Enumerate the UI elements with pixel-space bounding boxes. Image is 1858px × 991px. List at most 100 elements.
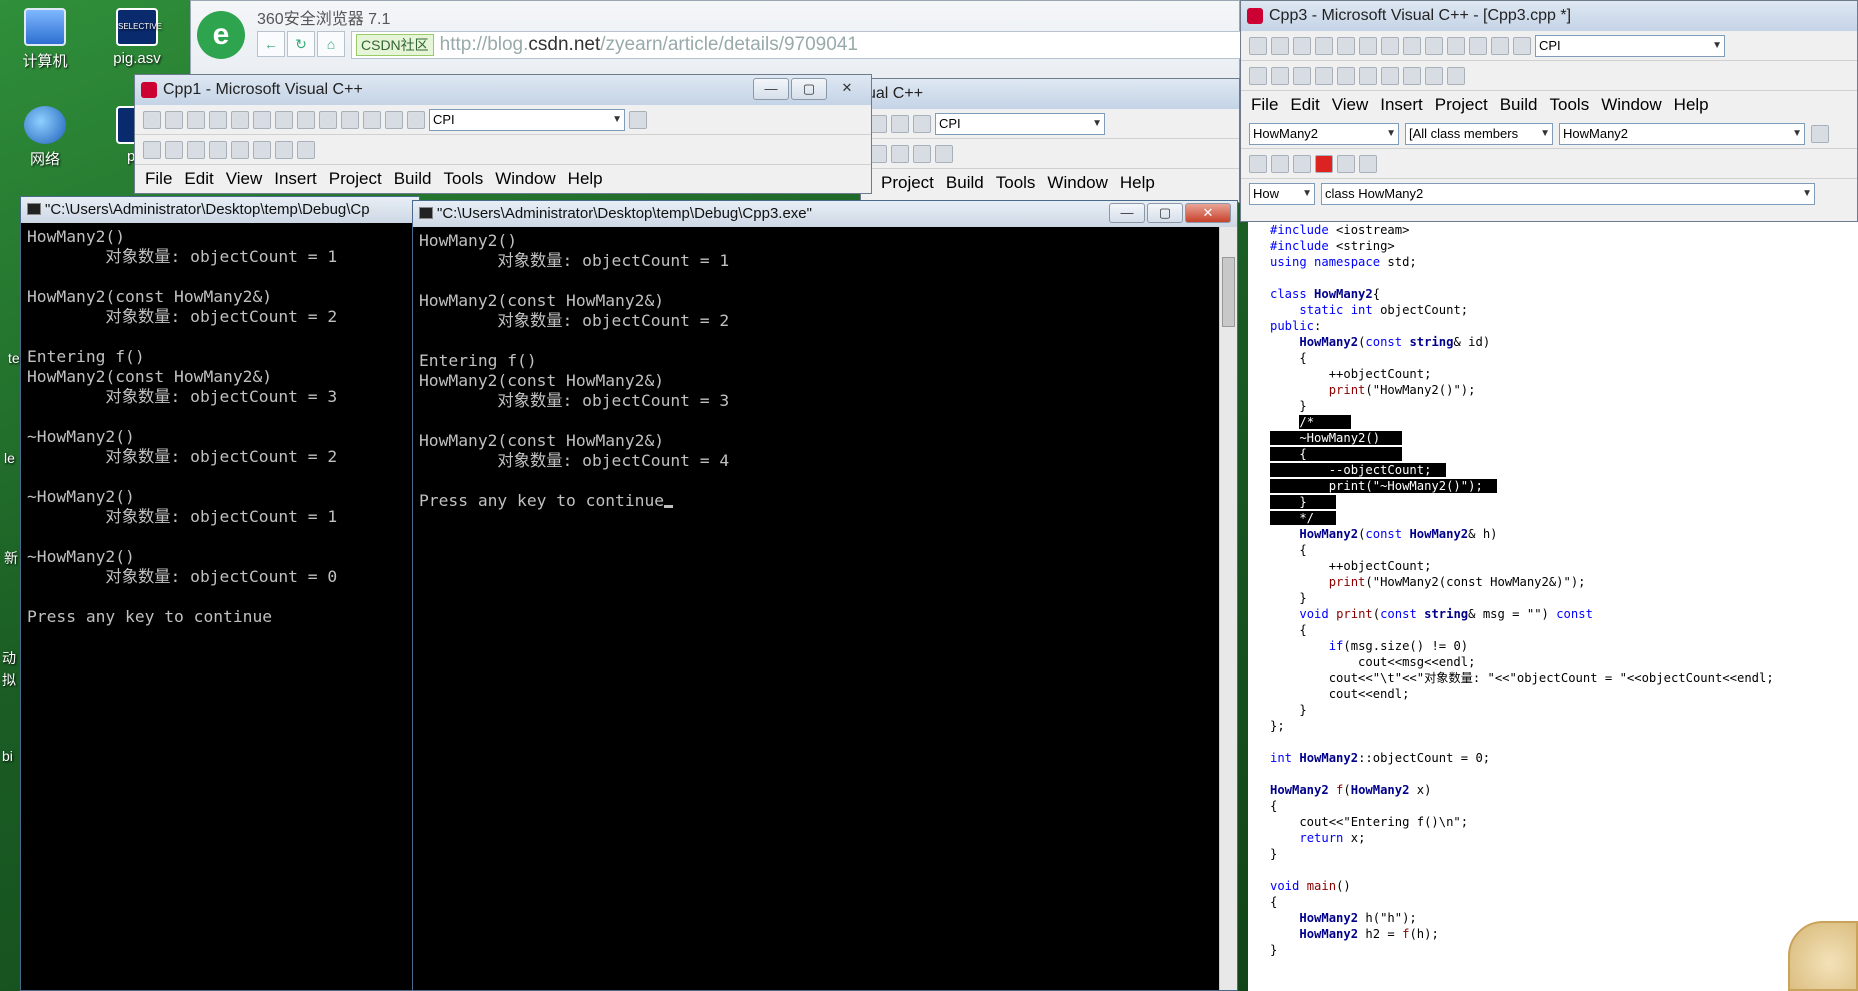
config-combo[interactable]: CPI [935,112,1105,135]
menu-project[interactable]: Project [881,169,934,197]
home-icon[interactable]: ⌂ [317,31,345,57]
minimize-button[interactable]: — [753,78,789,100]
copy-icon[interactable] [1359,36,1377,55]
undo-icon[interactable] [1403,36,1421,55]
menu-file[interactable]: File [145,165,172,193]
execute-icon[interactable] [1315,66,1333,85]
save-icon[interactable] [1293,36,1311,55]
redo-icon[interactable] [319,110,337,129]
workspace-icon[interactable] [1447,36,1465,55]
copy-icon[interactable] [253,110,271,129]
source-code[interactable]: #include <iostream> #include <string> us… [1248,222,1858,958]
new-file-icon[interactable] [143,110,161,129]
menu-edit[interactable]: Edit [184,165,213,193]
maximize-button[interactable]: ▢ [1147,203,1183,223]
find-in-files-icon[interactable] [407,110,425,129]
desktop-icon-pig-asv[interactable]: SELECTIVE pig.asv [92,8,182,67]
menu-build[interactable]: Build [394,165,432,193]
back-icon[interactable]: ← [257,31,285,57]
menu-build[interactable]: Build [1500,91,1538,119]
windows-icon[interactable] [1491,36,1509,55]
members-combo[interactable]: [All class members [1405,122,1553,145]
menu-view[interactable]: View [1332,91,1369,119]
windows-icon[interactable] [385,110,403,129]
menu-tools[interactable]: Tools [996,169,1036,197]
new-file-icon[interactable] [1249,36,1267,55]
function-combo[interactable]: HowMany2 [1559,122,1805,145]
compile-icon[interactable] [1249,154,1267,173]
build-icon[interactable] [1271,66,1289,85]
config-combo[interactable]: CPI [429,108,625,131]
menu-project[interactable]: Project [329,165,382,193]
step-into-icon[interactable] [1381,66,1399,85]
class-combo[interactable]: HowMany2 [1249,122,1399,145]
console2-scrollbar[interactable] [1219,227,1237,990]
workspace-icon[interactable] [341,110,359,129]
menu-insert[interactable]: Insert [274,165,317,193]
stop-build-icon[interactable] [1293,154,1311,173]
build-icon[interactable] [891,144,909,163]
menu-tools[interactable]: Tools [1550,91,1590,119]
redo-icon[interactable] [891,114,909,133]
step-over-icon[interactable] [1403,66,1421,85]
step-over-icon[interactable] [297,140,315,159]
step-out-icon[interactable] [1425,66,1443,85]
menu-edit[interactable]: Edit [1290,91,1319,119]
menu-insert[interactable]: Insert [1380,91,1423,119]
code-editor[interactable]: #include <iostream> #include <string> us… [1248,222,1858,991]
menu-view[interactable]: View [226,165,263,193]
menu-help[interactable]: Help [568,165,603,193]
refresh-icon[interactable]: ↻ [287,31,315,57]
config-combo[interactable]: CPI [1535,34,1725,57]
output-icon[interactable] [363,110,381,129]
open-icon[interactable] [165,110,183,129]
find-in-files-icon[interactable] [1513,36,1531,55]
menu-file[interactable]: File [1251,91,1278,119]
address-bar[interactable]: CSDN社区 http://blog.csdn.net/zyearn/articl… [351,31,1241,59]
save-all-icon[interactable] [209,110,227,129]
execute-icon[interactable] [209,140,227,159]
go-icon[interactable] [231,140,249,159]
go-icon[interactable] [1337,66,1355,85]
paste-icon[interactable] [1381,36,1399,55]
save-icon[interactable] [187,110,205,129]
address-chip[interactable]: CSDN社区 [356,34,434,56]
workspace-icon[interactable] [913,114,931,133]
breakpoint-icon[interactable] [1359,154,1377,173]
maximize-button[interactable]: ▢ [791,78,827,100]
cut-icon[interactable] [231,110,249,129]
desktop-icon-computer[interactable]: 计算机 [0,8,90,71]
close-button[interactable]: ✕ [829,78,865,100]
search-icon[interactable] [629,110,647,129]
wizard-action-icon[interactable] [1811,124,1829,143]
menu-tools[interactable]: Tools [444,165,484,193]
scope-combo[interactable]: How [1249,183,1315,205]
menu-build[interactable]: Build [946,169,984,197]
output-icon[interactable] [1469,36,1487,55]
minimize-button[interactable]: — [1109,203,1145,223]
breakpoint-icon[interactable] [1359,66,1377,85]
execute-icon[interactable] [1315,154,1333,173]
breakpoint-icon[interactable] [253,140,271,159]
compile-icon[interactable] [143,140,161,159]
cut-icon[interactable] [1337,36,1355,55]
run-to-cursor-icon[interactable] [1447,66,1465,85]
build-icon[interactable] [1271,154,1289,173]
go-icon[interactable] [1337,154,1355,173]
menu-window[interactable]: Window [1047,169,1107,197]
paste-icon[interactable] [275,110,293,129]
menu-help[interactable]: Help [1674,91,1709,119]
build-icon[interactable] [165,140,183,159]
save-all-icon[interactable] [1315,36,1333,55]
run-icon[interactable] [935,144,953,163]
menu-window[interactable]: Window [495,165,555,193]
desktop-icon-network[interactable]: 网络 [0,106,90,169]
menu-project[interactable]: Project [1435,91,1488,119]
scrollbar-thumb[interactable] [1222,257,1235,327]
menu-help[interactable]: Help [1120,169,1155,197]
compile-icon[interactable] [1249,66,1267,85]
step-into-icon[interactable] [275,140,293,159]
open-icon[interactable] [1271,36,1289,55]
stop-build-icon[interactable] [187,140,205,159]
stop-build-icon[interactable] [1293,66,1311,85]
